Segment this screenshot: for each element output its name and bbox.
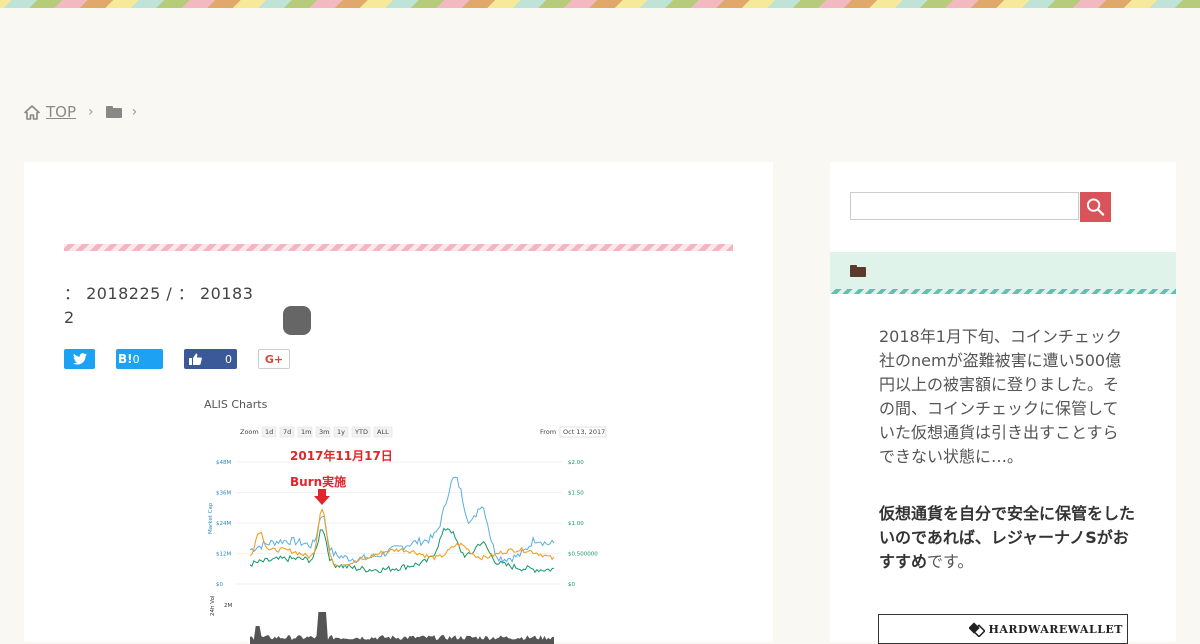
facebook-count: 0 bbox=[225, 352, 232, 366]
folder-icon bbox=[850, 265, 866, 277]
main-article: ： 2018225 / ： 20183 2 B! 0 0 G+ ALIS Cha… bbox=[24, 162, 773, 644]
comment-badge bbox=[283, 306, 311, 335]
chart-line-price-btc bbox=[249, 507, 555, 567]
post-date-meta-continued: 2 bbox=[64, 308, 75, 327]
search-input[interactable] bbox=[850, 192, 1079, 220]
twitter-bird-icon bbox=[72, 353, 87, 365]
sidebar-recommend-tail: です。 bbox=[927, 552, 974, 571]
chart-right-tick-label: $1.00 bbox=[568, 521, 584, 527]
chart-zoom-button-label: 3m bbox=[319, 428, 329, 436]
chart-from-date: Oct 13, 2017 bbox=[563, 428, 605, 436]
chart-left-ticks: $0 $12M $24M $36M $48M bbox=[216, 460, 231, 588]
alis-chart-image: ALIS Charts Zoom 1d 7d 1m 3m 1y YTD ALL From O… bbox=[204, 398, 607, 644]
chart-zoom-button-label: 1m bbox=[301, 428, 311, 436]
chart-left-tick-label: $0 bbox=[216, 582, 223, 588]
twitter-share-button[interactable] bbox=[64, 349, 95, 369]
sidebar-recommend-text: 仮想通貨を自分で安全に保管をしたいのであれば、レジャーナノSがおすすめです。 bbox=[879, 502, 1137, 574]
thumbs-up-icon bbox=[189, 353, 202, 365]
widget-header-stripe bbox=[830, 289, 1176, 294]
home-icon bbox=[24, 104, 40, 120]
chart-zoom-button-label: ALL bbox=[377, 428, 389, 436]
chart-right-tick-label: $1.50 bbox=[568, 491, 584, 497]
magnifier-icon bbox=[1086, 198, 1105, 216]
widget-header bbox=[830, 252, 1176, 294]
chart-left-tick-label: $36M bbox=[216, 491, 231, 497]
chevron-right-icon: › bbox=[131, 104, 138, 120]
banner-text: HARDWAREWALLET bbox=[988, 622, 1123, 636]
hardware-wallet-logo-icon bbox=[969, 622, 986, 637]
chart-zoom-button-label: 1y bbox=[337, 428, 345, 436]
chart-title: ALIS Charts bbox=[204, 398, 268, 411]
chart-volume-bars bbox=[250, 612, 554, 644]
chart-annotation-text: Burn実施 bbox=[290, 474, 346, 489]
facebook-like-button[interactable]: 0 bbox=[184, 349, 237, 369]
chart-right-tick-label: $2.00 bbox=[568, 460, 584, 466]
chart-right-tick-label: $0 bbox=[568, 582, 575, 588]
chart-zoom-button-label: YTD bbox=[354, 428, 368, 436]
chart-right-ticks: $0 $0.500000 $1.00 $1.50 $2.00 bbox=[568, 460, 598, 588]
chart-zoom-label: Zoom bbox=[240, 428, 259, 436]
chevron-right-icon: › bbox=[88, 104, 94, 120]
chart-left-axis-label: Market Cap bbox=[208, 502, 214, 534]
breadcrumb: TOP › › bbox=[24, 100, 149, 124]
chart-zoom-button-label: 7d bbox=[283, 428, 291, 436]
chart-left-tick-label: $12M bbox=[216, 552, 231, 558]
googleplus-label: G+ bbox=[264, 352, 284, 366]
breadcrumb-home-label: TOP bbox=[46, 103, 77, 121]
title-underline-stripe bbox=[64, 244, 733, 251]
post-date-meta: ： 2018225 / ： 20183 bbox=[64, 284, 254, 303]
folder-icon bbox=[105, 106, 122, 118]
chart-zoom-buttons: 1d 7d 1m 3m 1y YTD ALL bbox=[261, 426, 393, 438]
hatena-bookmark-button[interactable]: B! 0 bbox=[116, 349, 163, 369]
chart-annotation-arrow bbox=[314, 489, 330, 505]
top-decorative-stripe bbox=[0, 0, 1200, 8]
chart-left-tick-label: $24M bbox=[216, 521, 231, 527]
chart-volume-axis-label: 24h Vol bbox=[210, 595, 216, 616]
googleplus-share-button[interactable]: G+ bbox=[258, 349, 290, 369]
hatena-label: B! bbox=[118, 352, 133, 366]
sidebar: 2018年1月下旬、コインチェック社のnemが盗難被害に遭い500億円以上の被害… bbox=[830, 162, 1176, 644]
hatena-count: 0 bbox=[132, 352, 140, 366]
sidebar-recommend-bold: 仮想通貨を自分で安全に保管をしたいのであれば、レジャーナノSがおすすめ bbox=[879, 504, 1136, 571]
hardware-wallet-banner[interactable]: HARDWAREWALLET bbox=[878, 614, 1128, 644]
chart-from-label: From bbox=[540, 428, 556, 436]
chart-annotation-date: 2017年11月17日 bbox=[290, 448, 393, 463]
chart-left-tick-label: $48M bbox=[216, 460, 231, 466]
chart-volume-tick: 2M bbox=[224, 603, 232, 609]
chart-right-tick-label: $0.500000 bbox=[568, 552, 598, 558]
breadcrumb-home-link[interactable]: TOP bbox=[24, 103, 76, 121]
sidebar-intro-text: 2018年1月下旬、コインチェック社のnemが盗難被害に遭い500億円以上の被害… bbox=[879, 327, 1122, 466]
chart-zoom-button-label: 1d bbox=[265, 428, 273, 436]
search-button[interactable] bbox=[1080, 192, 1111, 222]
